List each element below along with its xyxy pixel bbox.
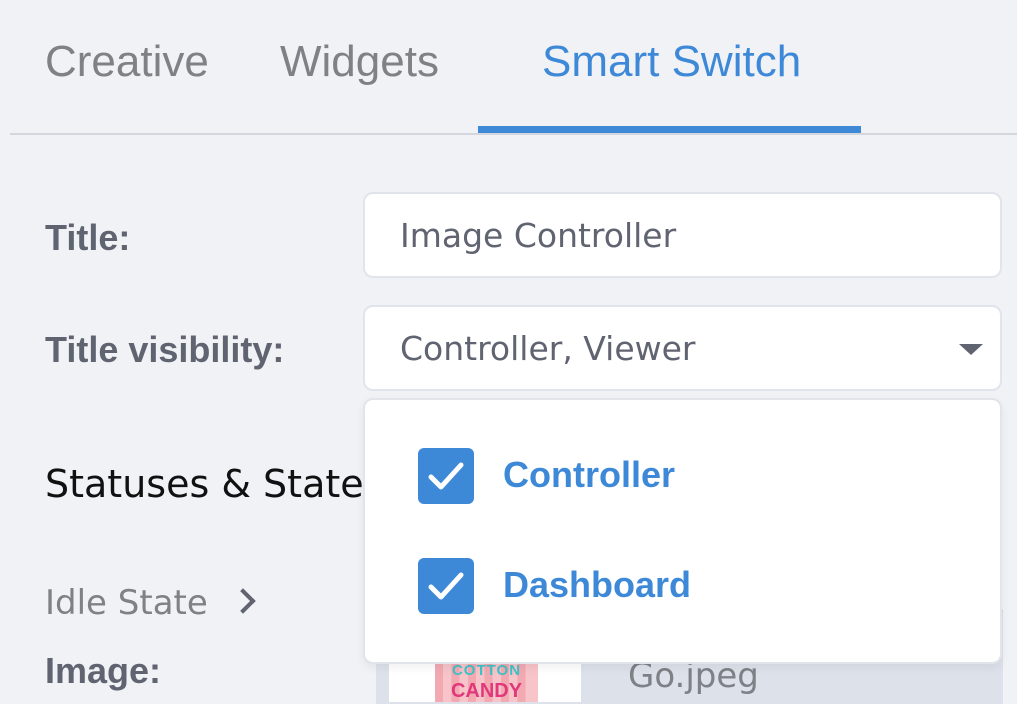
title-label: Title: [45, 217, 131, 258]
tab-widgets[interactable]: Widgets [280, 36, 439, 88]
statuses-states-heading: Statuses & States [45, 462, 384, 506]
image-label: Image: [45, 650, 162, 691]
thumbnail-text-bottom: CANDY [450, 680, 523, 702]
title-visibility-select[interactable]: Controller, Viewer [363, 305, 1002, 391]
title-input[interactable]: Image Controller [363, 192, 1002, 278]
dropdown-option-dashboard[interactable]: Dashboard [365, 537, 1000, 637]
chevron-right-icon[interactable] [230, 588, 256, 614]
tab-smart-switch[interactable]: Smart Switch [542, 36, 801, 88]
idle-state-link[interactable]: Idle State [45, 583, 208, 623]
title-visibility-value: Controller, Viewer [400, 329, 696, 368]
active-tab-indicator [478, 126, 861, 133]
option-label-controller: Controller [503, 454, 676, 495]
tab-creative[interactable]: Creative [45, 36, 209, 88]
thumbnail-text-top: COTTON [451, 662, 522, 679]
checkbox-checked-icon[interactable] [418, 448, 474, 504]
checkbox-checked-icon[interactable] [418, 558, 474, 614]
tab-bar: Creative Widgets Smart Switch [0, 0, 1017, 133]
dropdown-option-controller[interactable]: Controller [365, 427, 1000, 527]
title-input-value: Image Controller [400, 216, 677, 255]
caret-down-icon[interactable] [959, 344, 983, 355]
option-label-dashboard: Dashboard [503, 564, 692, 605]
title-visibility-label: Title visibility: [45, 329, 285, 370]
tabs-divider [10, 133, 1017, 135]
title-visibility-dropdown: Controller Dashboard [363, 398, 1002, 664]
